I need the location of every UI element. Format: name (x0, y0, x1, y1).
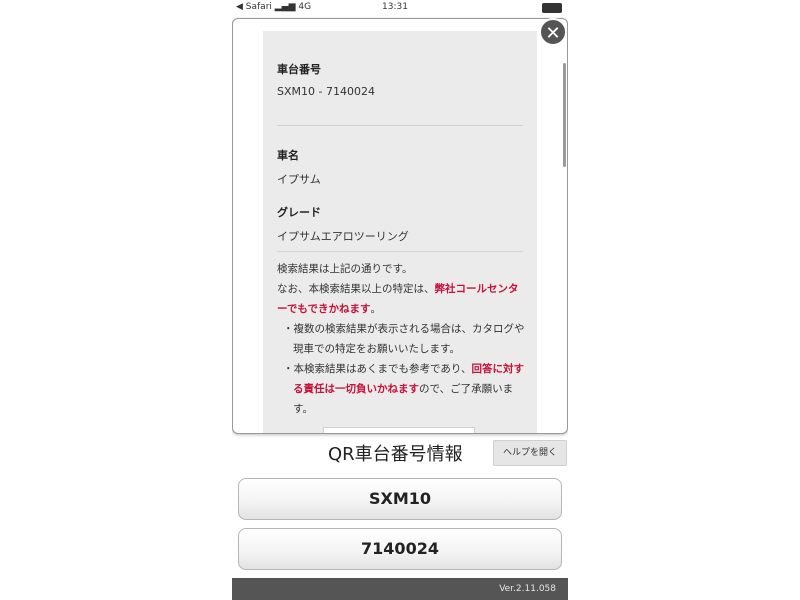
close-button[interactable]: ✕ (539, 18, 567, 46)
divider (277, 125, 523, 126)
help-button[interactable]: ヘルプを開く (493, 440, 567, 466)
grade-value: イプサムエアロツーリング (277, 230, 409, 243)
inner-box (323, 427, 475, 433)
result-modal: 車台番号 SXM10 - 7140024 車名 イプサム グレード イプサムエア… (232, 18, 568, 434)
battery-icon (542, 3, 562, 13)
car-name-label: 車名 (277, 149, 299, 162)
result-panel[interactable]: 車台番号 SXM10 - 7140024 車名 イプサム グレード イプサムエア… (263, 31, 537, 433)
close-icon: ✕ (545, 23, 561, 44)
car-name-value: イプサム (277, 173, 321, 186)
note-line-1: 検索結果は上記の通りです。 (277, 263, 413, 275)
chassis-number-value: SXM10 - 7140024 (277, 85, 375, 98)
status-time: 13:31 (382, 2, 408, 12)
note-line-2: なお、本検索結果以上の特定は、弊社コールセンターでもできかねます。 (277, 279, 527, 319)
modal-scrollbar[interactable] (563, 63, 566, 167)
note-text: なお、本検索結果以上の特定は、 (277, 283, 435, 295)
section-grade: グレード イプサムエアロツーリング (277, 204, 523, 244)
note-bullet-1: ・複数の検索結果が表示される場合は、カタログや現車での特定をお願いいたします。 (283, 323, 525, 355)
footer-bar: Ver.2.11.058 (232, 578, 568, 600)
divider (277, 251, 523, 252)
note-bullet-2: ・本検索結果はあくまでも参考であり、回答に対する責任は一切負いかねますので、ご了… (277, 359, 527, 419)
page-title: QR車台番号情報 (328, 444, 463, 465)
status-carrier: ◀ Safari ▂▄▆ 4G (236, 2, 312, 12)
section-chassis-number: 車台番号 SXM10 - 7140024 (277, 61, 523, 98)
grade-label: グレード (277, 206, 321, 219)
result-note: 検索結果は上記の通りです。 なお、本検索結果以上の特定は、弊社コールセンターでも… (277, 259, 527, 419)
chassis-number-label: 車台番号 (277, 63, 321, 76)
note-text: 。 (370, 303, 381, 315)
note-text: ・本検索結果はあくまでも参考であり、 (283, 363, 472, 375)
phone-screen: ◀ Safari ▂▄▆ 4G 13:31 車台番号 SXM10 - 71400… (232, 0, 568, 600)
model-code-button[interactable]: SXM10 (238, 478, 562, 520)
section-car-name: 車名 イプサム (277, 147, 523, 187)
version-label: Ver.2.11.058 (499, 584, 556, 594)
status-bar: ◀ Safari ▂▄▆ 4G 13:31 (232, 0, 568, 14)
serial-number-button[interactable]: 7140024 (238, 528, 562, 570)
